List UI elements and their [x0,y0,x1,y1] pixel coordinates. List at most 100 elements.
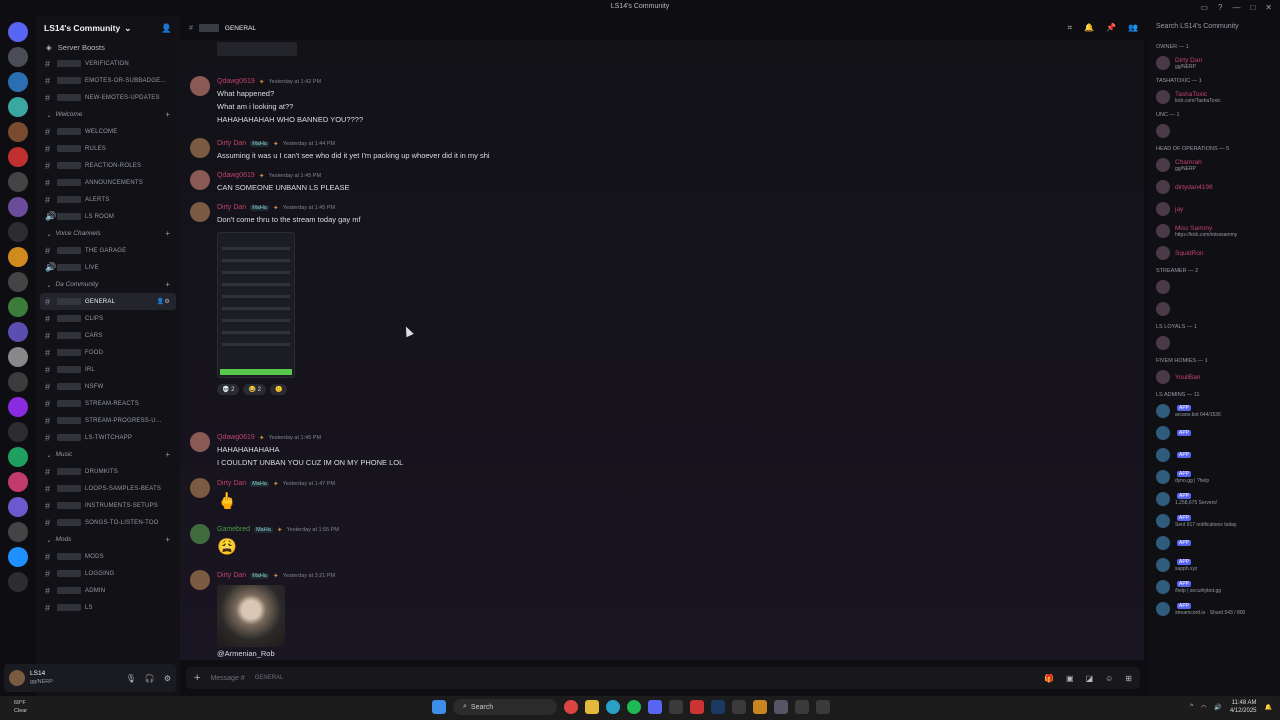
threads-icon[interactable]: ⌗ [1068,23,1073,33]
member-item[interactable]: APP [1148,532,1280,554]
server-icon[interactable] [8,547,28,567]
server-icon[interactable] [8,272,28,292]
channel-item[interactable]: 🔊 LS ROOM [36,208,180,225]
add-channel-icon[interactable]: + [165,110,170,119]
app-icon-5[interactable] [816,700,830,714]
avatar[interactable] [190,76,210,96]
server-icon[interactable] [8,297,28,317]
reaction-chip[interactable]: 💀 2 [217,384,240,395]
server-icon[interactable] [8,472,28,492]
member-item[interactable] [1148,332,1280,354]
member-item[interactable]: Dirty Dan gg/NERP [1148,52,1280,74]
member-item[interactable]: APP [1148,422,1280,444]
channel-item[interactable]: # ALERTS [36,191,180,208]
member-item[interactable]: YoullBan [1148,366,1280,388]
gift-icon[interactable]: 🎁 [1044,674,1054,683]
member-item[interactable]: APP 1,258,675 Servers! [1148,488,1280,510]
notifications-icon[interactable]: 🔔 [1265,704,1272,711]
channel-item[interactable]: # ls [36,599,180,616]
message-author[interactable]: Qdawg0619 [217,172,255,179]
emoji-icon[interactable]: ☺ [1105,674,1113,683]
member-item[interactable]: TashaToxic kick.com/TashaToxic [1148,86,1280,108]
avatar[interactable] [190,432,210,452]
server-icon[interactable] [8,197,28,217]
member-item[interactable]: dirtydan4198 [1148,176,1280,198]
app-icon-4[interactable] [795,700,809,714]
members-icon[interactable]: 👥 [1128,23,1138,33]
server-icon[interactable] [8,447,28,467]
volume-icon[interactable]: 🔊 [1214,704,1221,711]
member-item[interactable] [1148,120,1280,142]
member-item[interactable]: Miss Sammy https://kick.com/misssammy [1148,220,1280,242]
add-friend-icon[interactable]: 👤 [161,23,172,34]
windows-start-icon[interactable] [432,700,446,714]
server-icon[interactable] [8,97,28,117]
category-28[interactable]: ⌄ Mods + [36,531,180,548]
member-item[interactable]: APP/help | securitybot.gg [1148,576,1280,598]
adobe-icon[interactable] [690,700,704,714]
channel-item[interactable]: # LS-TWITCHAPP [36,429,180,446]
member-item[interactable]: APP [1148,444,1280,466]
message-author[interactable]: Qdawg0619 [217,78,255,85]
channel-item[interactable]: # RULES [36,140,180,157]
server-header[interactable]: LS14's Community ⌄ 👤 [36,16,180,40]
message-author[interactable]: Dirty Dan [217,572,246,579]
message-author[interactable]: Dirty Dan [217,480,246,487]
channel-item[interactable]: # LOGGING [36,565,180,582]
message-author[interactable]: Gamebred [217,526,250,533]
pin-icon[interactable]: 📌 [1106,23,1116,33]
channel-item[interactable]: # MODS [36,548,180,565]
server-icon[interactable] [8,172,28,192]
channel-item[interactable]: # GENERAL 👤⚙ [40,293,176,310]
add-attachment-icon[interactable]: + [194,672,200,684]
user-mention[interactable]: @Armenian_Rob [217,649,1130,658]
member-item[interactable]: APP Sent 917 notifications today. [1148,510,1280,532]
server-icon[interactable] [8,372,28,392]
channel-item[interactable]: # INSTRUMENTS-SETUPS [36,497,180,514]
message-author[interactable]: Dirty Dan [217,140,246,147]
avatar[interactable] [190,524,210,544]
member-item[interactable]: SquidRon [1148,242,1280,264]
inbox-icon[interactable]: ▭ [1200,3,1208,12]
channel-item[interactable]: # IRL [36,361,180,378]
member-item[interactable]: APP arcane.bot 644/1536 [1148,400,1280,422]
discord-home-icon[interactable] [8,22,28,42]
attached-image[interactable] [217,585,285,647]
server-icon[interactable] [8,72,28,92]
message-author[interactable]: Qdawg0619 [217,434,255,441]
server-icon[interactable] [8,122,28,142]
maximize-button[interactable]: □ [1250,3,1255,12]
category-10[interactable]: ⌄ Voice Channels + [36,225,180,242]
message-author[interactable]: Dirty Dan [217,204,246,211]
member-item[interactable]: Chamrah gg/NERP [1148,154,1280,176]
server-icon[interactable] [8,147,28,167]
chevron-up-icon[interactable]: ^ [1190,704,1193,710]
weather-widget[interactable]: 69°F Clear [14,699,27,715]
channel-item[interactable]: # NSFW [36,378,180,395]
add-channel-icon[interactable]: + [165,280,170,289]
channel-item[interactable]: # FOOD [36,344,180,361]
gif-icon[interactable]: ▣ [1066,674,1074,683]
member-item[interactable]: jay [1148,198,1280,220]
server-boosts[interactable]: ◈ Server Boosts [36,40,180,55]
app-icon-2[interactable] [753,700,767,714]
server-icon[interactable] [8,497,28,517]
member-item[interactable]: APP dyno.gg | ?help [1148,466,1280,488]
help-icon[interactable]: ? [1218,3,1222,12]
message-input[interactable]: + Message # GENERAL 🎁 ▣ ◪ ☺ ⊞ [186,667,1140,689]
channel-item[interactable]: # SONGS-TO-LISTEN-TOO [36,514,180,531]
channel-item[interactable]: # THE GARAGE [36,242,180,259]
file-explorer-icon[interactable] [585,700,599,714]
member-item[interactable]: APP sapph.xyz [1148,554,1280,576]
category-13[interactable]: ⌄ Da Community + [36,276,180,293]
spotify-icon[interactable] [627,700,641,714]
sticker-icon[interactable]: ◪ [1086,674,1094,683]
avatar[interactable] [9,670,25,686]
reaction-chip[interactable]: 🙂 [269,384,288,395]
channel-item[interactable]: # ANNOUNCEMENTS [36,174,180,191]
wifi-icon[interactable]: ◠ [1201,704,1206,711]
channel-item[interactable]: # STREAM-PROGRESS-U... [36,412,180,429]
apps-icon[interactable]: ⊞ [1125,674,1132,683]
channel-item[interactable]: # CLIPS [36,310,180,327]
server-icon[interactable] [8,572,28,592]
